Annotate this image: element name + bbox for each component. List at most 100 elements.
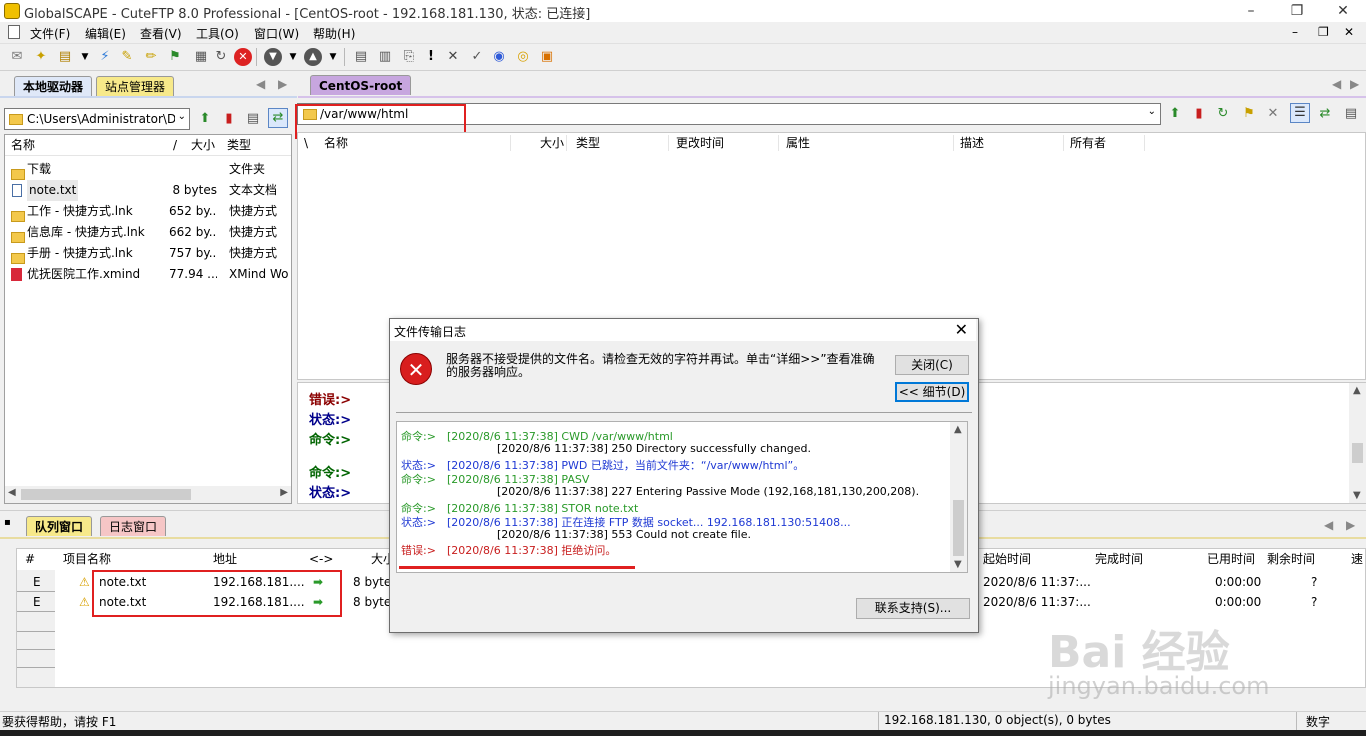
tab-site-manager[interactable]: 站点管理器 — [96, 76, 175, 96]
exclamation-icon[interactable]: ! — [422, 48, 440, 66]
menu-file[interactable]: 文件(F) — [30, 25, 70, 42]
menu-window[interactable]: 窗口(W) — [254, 25, 299, 42]
list-item[interactable]: 手册 - 快捷方式.lnk 757 by... 快捷方式 — [5, 243, 291, 264]
connect-icon[interactable]: ⚡ — [96, 48, 114, 66]
bookmark-icon[interactable]: ▮ — [1190, 105, 1208, 123]
menu-help[interactable]: 帮助(H) — [313, 25, 355, 42]
tools-icon[interactable]: ▣ — [538, 48, 556, 66]
upload-dropdown-icon[interactable]: ▼ — [324, 48, 342, 66]
scroll-right-icon[interactable]: ▶ — [280, 487, 288, 498]
col-size[interactable]: 大小 — [540, 133, 564, 153]
mdi-minimize-button[interactable]: – — [1292, 25, 1298, 39]
local-horizontal-scrollbar[interactable]: ◀ ▶ — [5, 486, 291, 503]
dialog-log-scrollbar[interactable]: ▲ ▼ — [950, 422, 967, 572]
open-icon[interactable]: ✉ — [8, 48, 26, 66]
col-item-name[interactable]: 项目名称 — [63, 549, 111, 569]
edit-icon[interactable]: ✏ — [142, 48, 160, 66]
download-icon[interactable]: ▼ — [264, 48, 282, 66]
reconnect-icon[interactable]: ⚑ — [1240, 105, 1258, 123]
globe-icon[interactable]: ◉ — [490, 48, 508, 66]
list-item[interactable]: 优抚医院工作.xmind 77.94 ... XMind Wo — [5, 264, 291, 285]
delete-icon[interactable]: ✕ — [444, 48, 462, 66]
col-owner[interactable]: 所有者 — [1070, 133, 1106, 153]
disconnect-icon[interactable]: ✕ — [1264, 105, 1282, 123]
scroll-thumb[interactable] — [953, 500, 964, 556]
col-name[interactable]: 名称 — [11, 135, 35, 155]
maximize-button[interactable]: ❐ — [1274, 0, 1320, 22]
menu-tools[interactable]: 工具(O) — [196, 25, 239, 42]
col-elapsed[interactable]: 已用时间 — [1207, 549, 1255, 569]
mdi-restore-button[interactable]: ❐ — [1318, 25, 1329, 39]
scroll-down-icon[interactable]: ▼ — [1353, 490, 1361, 501]
col-modified[interactable]: 更改时间 — [676, 133, 724, 153]
tab-centos-root[interactable]: CentOS-root — [310, 75, 412, 95]
menu-edit[interactable]: 编辑(E) — [85, 25, 126, 42]
tab-scroll-right-icon[interactable]: ▶ — [1350, 77, 1359, 91]
sync-icon[interactable]: ⇄ — [268, 108, 288, 128]
scroll-thumb[interactable] — [1352, 443, 1363, 463]
new-site-icon[interactable]: ▤ — [56, 48, 74, 66]
dialog-log-list[interactable]: 命令:> [2020/8/6 11:37:38] CWD /var/www/htm… — [396, 421, 968, 573]
pane-pin-icon[interactable]: ▪ — [4, 517, 11, 528]
stop-icon[interactable]: ✕ — [234, 48, 252, 66]
close-icon[interactable]: ✕ — [955, 320, 968, 339]
scroll-thumb[interactable] — [21, 489, 191, 500]
sync-icon[interactable]: ⇄ — [1316, 105, 1334, 123]
details-button[interactable]: << 细节(D) — [895, 382, 969, 402]
execute-icon[interactable]: ▥ — [376, 48, 394, 66]
help-icon[interactable]: ◎ — [514, 48, 532, 66]
reconnect-icon[interactable]: ⚑ — [166, 48, 184, 66]
bookmark-icon[interactable]: ▮ — [220, 110, 238, 128]
dropdown-arrow-icon[interactable]: ▼ — [76, 48, 94, 66]
download-dropdown-icon[interactable]: ▼ — [284, 48, 302, 66]
contact-support-button[interactable]: 联系支持(S)... — [856, 598, 970, 619]
scroll-up-icon[interactable]: ▲ — [954, 424, 962, 435]
tab-scroll-right-icon[interactable]: ▶ — [278, 77, 287, 91]
properties-icon[interactable]: ▦ — [192, 48, 210, 66]
rename-icon[interactable]: ✓ — [468, 48, 486, 66]
remote-refresh-icon[interactable]: ↻ — [1214, 105, 1232, 123]
list-item[interactable]: note.txt 8 bytes 文本文档 — [5, 180, 291, 201]
up-folder-icon[interactable]: ⬆ — [1166, 105, 1184, 123]
refresh-icon[interactable]: ↻ — [212, 48, 230, 66]
up-folder-icon[interactable]: ⬆ — [196, 110, 214, 128]
tab-scroll-left-icon[interactable]: ◀ — [1324, 518, 1333, 532]
view-list-icon[interactable]: ☰ — [1290, 103, 1310, 123]
col-start-time[interactable]: 起始时间 — [983, 549, 1031, 569]
local-refresh-icon[interactable]: ▤ — [244, 110, 262, 128]
tab-scroll-right-icon[interactable]: ▶ — [1346, 518, 1355, 532]
col-name[interactable]: 名称 — [324, 133, 348, 153]
col-direction[interactable]: <-> — [309, 549, 333, 569]
col-size[interactable]: 大小 — [191, 135, 215, 155]
local-path-combo[interactable]: C:\Users\Administrator\D ⌄ — [4, 108, 190, 130]
col-remaining[interactable]: 剩余时间 — [1267, 549, 1315, 569]
col-number[interactable]: # — [25, 549, 35, 569]
menu-view[interactable]: 查看(V) — [140, 25, 182, 42]
wizard-icon[interactable]: ✦ — [32, 48, 50, 66]
minimize-button[interactable]: – — [1228, 0, 1274, 22]
col-type[interactable]: 类型 — [227, 135, 251, 155]
col-finish-time[interactable]: 完成时间 — [1095, 549, 1143, 569]
list-item[interactable]: 下载 文件夹 — [5, 159, 291, 180]
col-sort[interactable]: / — [173, 135, 177, 155]
properties-icon[interactable]: ▤ — [1342, 105, 1360, 123]
tab-scroll-left-icon[interactable]: ◀ — [1332, 77, 1341, 91]
tab-log[interactable]: 日志窗口 — [100, 516, 167, 536]
view-icon[interactable]: ▤ — [352, 48, 370, 66]
tab-queue[interactable]: 队列窗口 — [26, 516, 93, 536]
upload-icon[interactable]: ▲ — [304, 48, 322, 66]
col-speed[interactable]: 速 — [1351, 549, 1363, 569]
transfer-icon[interactable]: ⎘ — [400, 48, 418, 66]
list-item[interactable]: 工作 - 快捷方式.lnk 652 by... 快捷方式 — [5, 201, 291, 222]
col-sort[interactable]: \ — [304, 133, 308, 153]
local-file-list[interactable]: 名称 / 大小 类型 下载 文件夹 note.txt 8 bytes 文本文档 … — [4, 134, 292, 504]
tab-scroll-left-icon[interactable]: ◀ — [256, 77, 265, 91]
close-window-button[interactable]: ✕ — [1320, 0, 1366, 22]
mdi-close-button[interactable]: ✕ — [1344, 25, 1354, 39]
list-item[interactable]: 信息库 - 快捷方式.lnk 662 by... 快捷方式 — [5, 222, 291, 243]
col-type[interactable]: 类型 — [576, 133, 600, 153]
close-button[interactable]: 关闭(C) — [895, 355, 969, 375]
tab-local-drives[interactable]: 本地驱动器 — [14, 76, 93, 96]
col-description[interactable]: 描述 — [960, 133, 984, 153]
scroll-left-icon[interactable]: ◀ — [8, 487, 16, 498]
